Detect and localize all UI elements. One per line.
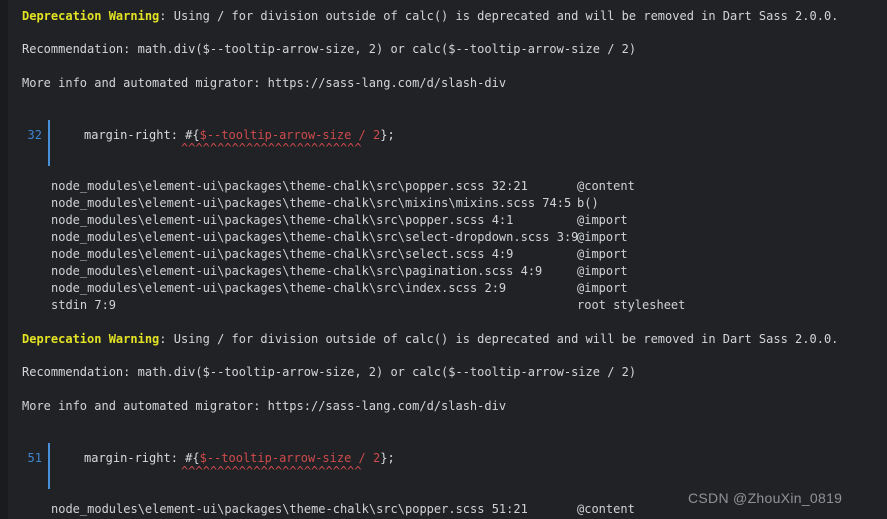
left-edge-strip <box>0 0 8 519</box>
trace-path: node_modules\element-ui\packages\theme-c… <box>51 264 543 278</box>
trace-path: node_modules\element-ui\packages\theme-c… <box>51 213 514 227</box>
trace-path: node_modules\element-ui\packages\theme-c… <box>51 196 572 210</box>
csdn-watermark: CSDN @ZhouXin_0819 <box>688 490 843 506</box>
code-gutter-bar-2 <box>48 443 50 489</box>
severity-separator: : <box>159 9 167 23</box>
trace-kind: b() <box>577 196 599 210</box>
severity-label: Deprecation Warning <box>22 9 160 23</box>
trace-path: node_modules\element-ui\packages\theme-c… <box>51 247 514 261</box>
severity-separator: : <box>159 332 167 346</box>
trace-path: node_modules\element-ui\packages\theme-c… <box>51 502 528 516</box>
trace-kind: @content <box>577 502 635 516</box>
trace-path: stdin 7:9 <box>51 298 117 312</box>
more-info-2: More info and automated migrator: https:… <box>22 399 507 413</box>
code-suffix: }; <box>380 451 395 465</box>
code-carets-1: ^^^^^^^^^^^^^^^^^^^^^^^^^ <box>181 141 362 155</box>
trace-kind: @import <box>577 264 628 278</box>
warning-message: Using / for division outside of calc() i… <box>166 332 839 346</box>
more-info-1: More info and automated migrator: https:… <box>22 76 507 90</box>
code-line-number-1: 32 <box>27 128 42 142</box>
trace-kind: @import <box>577 247 628 261</box>
trace-kind: @import <box>577 230 628 244</box>
trace-path: node_modules\element-ui\packages\theme-c… <box>51 179 528 193</box>
recommendation-2: Recommendation: math.div($--tooltip-arro… <box>22 365 637 379</box>
terminal-output: Deprecation Warning: Using / for divisio… <box>0 0 887 519</box>
warning-header-2: Deprecation Warning: Using / for divisio… <box>22 331 838 348</box>
trace-path: node_modules\element-ui\packages\theme-c… <box>51 230 579 244</box>
trace-kind: @import <box>577 281 628 295</box>
code-carets-2: ^^^^^^^^^^^^^^^^^^^^^^^^^ <box>181 464 362 478</box>
severity-label: Deprecation Warning <box>22 332 160 346</box>
code-line-number-2: 51 <box>27 451 42 465</box>
code-gutter-bar-1 <box>48 120 50 166</box>
trace-kind: @import <box>577 213 628 227</box>
recommendation-1: Recommendation: math.div($--tooltip-arro… <box>22 42 637 56</box>
warning-header-1: Deprecation Warning: Using / for divisio… <box>22 8 838 25</box>
trace-kind: root stylesheet <box>577 298 686 312</box>
trace-kind: @content <box>577 179 635 193</box>
warning-message: Using / for division outside of calc() i… <box>166 9 839 23</box>
trace-path: node_modules\element-ui\packages\theme-c… <box>51 281 507 295</box>
code-suffix: }; <box>380 128 395 142</box>
